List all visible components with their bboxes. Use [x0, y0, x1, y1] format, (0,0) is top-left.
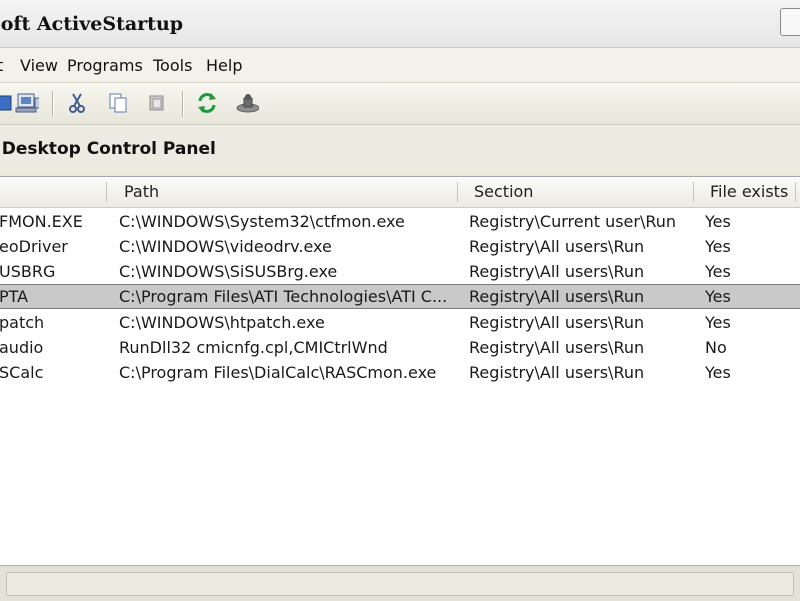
cell-name: PTA	[0, 287, 29, 306]
cell-path: C:\WINDOWS\System32\ctfmon.exe	[119, 212, 405, 231]
cell-file-exists: Yes	[705, 363, 731, 382]
menu-bar: t View Programs Tools Help	[0, 48, 800, 83]
panel-header: l Desktop Control Panel	[0, 125, 800, 173]
startup-list[interactable]: Path Section File exists FMON.EXE C:\WIN…	[0, 176, 800, 565]
status-panel	[6, 572, 794, 596]
copy-icon	[109, 93, 127, 113]
minimize-button[interactable]	[780, 8, 800, 36]
table-row[interactable]: audio RunDll32 cmicnfg.cpl,CMICtrlWnd Re…	[0, 335, 800, 360]
cell-path: C:\Program Files\ATI Technologies\ATI C.…	[119, 287, 448, 306]
computer-button[interactable]	[15, 91, 39, 115]
cell-file-exists: Yes	[705, 237, 731, 256]
cell-file-exists: Yes	[705, 212, 731, 231]
run-icon	[236, 94, 259, 113]
menu-programs[interactable]: Programs	[67, 56, 143, 75]
cell-name: USBRG	[0, 262, 56, 281]
cell-path: C:\Program Files\DialCalc\RASCmon.exe	[119, 363, 437, 382]
cell-section: Registry\Current user\Run	[469, 212, 677, 231]
cell-section: Registry\All users\Run	[469, 338, 645, 357]
menu-tools[interactable]: Tools	[153, 56, 192, 75]
computer-icon	[15, 93, 39, 113]
menu-view[interactable]: View	[20, 56, 58, 75]
title-bar: soft ActiveStartup	[0, 0, 800, 48]
copy-button[interactable]	[106, 91, 130, 115]
column-header-file-exists[interactable]: File exists	[710, 177, 788, 207]
cell-file-exists: Yes	[705, 287, 731, 306]
paste-icon	[149, 95, 164, 111]
cell-path: C:\WINDOWS\videodrv.exe	[119, 237, 332, 256]
column-header-path[interactable]: Path	[124, 177, 159, 207]
refresh-button[interactable]	[195, 91, 219, 115]
cell-name: audio	[0, 338, 44, 357]
cell-section: Registry\All users\Run	[469, 363, 645, 382]
cell-file-exists: No	[705, 338, 727, 357]
table-row[interactable]: patch C:\WINDOWS\htpatch.exe Registry\Al…	[0, 310, 800, 335]
cell-section: Registry\All users\Run	[469, 313, 645, 332]
cell-name: FMON.EXE	[0, 212, 83, 231]
cell-file-exists: Yes	[705, 262, 731, 281]
cell-path: RunDll32 cmicnfg.cpl,CMICtrlWnd	[119, 338, 388, 357]
cell-file-exists: Yes	[705, 313, 731, 332]
panel-title: l Desktop Control Panel	[0, 139, 216, 159]
cell-name: eoDriver	[0, 237, 68, 256]
cut-icon	[69, 93, 85, 113]
blue-tool-icon	[0, 95, 12, 111]
table-row[interactable]: SCalc C:\Program Files\DialCalc\RASCmon.…	[0, 360, 800, 385]
status-bar	[0, 565, 800, 601]
cell-section: Registry\All users\Run	[469, 262, 645, 281]
column-header-section[interactable]: Section	[474, 177, 533, 207]
menu-help[interactable]: Help	[206, 56, 242, 75]
menu-edit[interactable]: t	[0, 56, 3, 75]
cut-button[interactable]	[65, 91, 89, 115]
table-row-selected[interactable]: PTA C:\Program Files\ATI Technologies\AT…	[0, 284, 800, 309]
cell-name: patch	[0, 313, 45, 332]
toolbar	[0, 83, 800, 125]
table-row[interactable]: FMON.EXE C:\WINDOWS\System32\ctfmon.exe …	[0, 209, 800, 234]
table-row[interactable]: eoDriver C:\WINDOWS\videodrv.exe Registr…	[0, 234, 800, 259]
cell-section: Registry\All users\Run	[469, 237, 645, 256]
cell-path: C:\WINDOWS\SiSUSBrg.exe	[119, 262, 338, 281]
cell-path: C:\WINDOWS\htpatch.exe	[119, 313, 325, 332]
column-header-bar: Path Section File exists	[0, 177, 800, 208]
run-button[interactable]	[235, 91, 259, 115]
refresh-icon	[198, 93, 216, 113]
cell-section: Registry\All users\Run	[469, 287, 645, 306]
paste-button[interactable]	[145, 91, 169, 115]
window-title: soft ActiveStartup	[0, 13, 184, 35]
table-row[interactable]: USBRG C:\WINDOWS\SiSUSBrg.exe Registry\A…	[0, 259, 800, 284]
cell-name: SCalc	[0, 363, 44, 382]
